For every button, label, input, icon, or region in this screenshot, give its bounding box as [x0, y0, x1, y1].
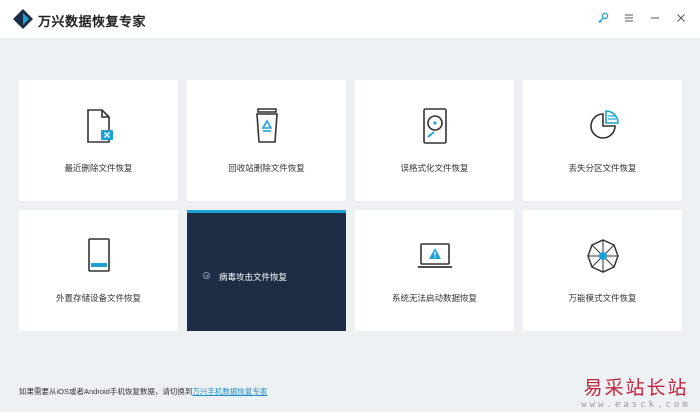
card-label: 外置存储设备文件恢复 [55, 293, 141, 303]
card-external-device[interactable]: 外置存储设备文件恢复 [19, 210, 178, 331]
app-logo-icon [13, 9, 33, 29]
close-button[interactable] [672, 9, 690, 27]
recovery-mode-grid: 最近删除文件恢复 回收站删除文件恢复 误格式化文件恢复 丢失分区文件恢复 外置存… [19, 80, 682, 331]
footer-hint: 如果需要从iOS或者Android手机恢复数据，请切换到万兴手机数据恢复专家 [19, 386, 267, 397]
card-lost-partition[interactable]: 丢失分区文件恢复 [523, 80, 682, 201]
card-format-recovery[interactable]: 误格式化文件恢复 [355, 80, 514, 201]
card-label: 万能模式文件恢复 [568, 293, 637, 303]
app-title: 万兴数据恢复专家 [38, 14, 147, 29]
menu-icon [625, 14, 633, 22]
system-crash-icon [417, 243, 452, 268]
key-button[interactable] [594, 9, 612, 27]
card-recycle-bin[interactable]: 回收站删除文件恢复 [187, 80, 346, 201]
switch-app-link[interactable]: 万兴手机数据恢复专家 [192, 387, 267, 396]
close-icon [677, 14, 685, 22]
menu-button[interactable] [620, 9, 638, 27]
selected-radio-icon [203, 272, 210, 279]
card-label: 误格式化文件恢复 [400, 163, 469, 173]
card-label: 最近删除文件恢复 [64, 163, 133, 173]
card-all-round[interactable]: 万能模式文件恢复 [523, 210, 682, 331]
card-label: 病毒攻击文件恢复 [219, 272, 288, 282]
partition-icon [589, 110, 619, 139]
watermark: 易采站长站 www.easck.com [576, 373, 696, 410]
card-system-crash[interactable]: 系统无法启动数据恢复 [355, 210, 514, 331]
card-recent-deleted[interactable]: 最近删除文件恢复 [19, 80, 178, 201]
all-round-icon [586, 239, 619, 273]
key-icon [598, 12, 609, 23]
minimize-button[interactable] [646, 9, 664, 27]
card-label: 系统无法启动数据恢复 [391, 293, 477, 303]
footer-text: 如果需要从iOS或者Android手机恢复数据，请切换到 [19, 387, 193, 396]
card-virus-attack[interactable]: 病毒攻击文件恢复 [187, 210, 346, 331]
card-label: 回收站删除文件恢复 [228, 163, 305, 173]
external-device-icon [87, 238, 110, 272]
minimize-icon [651, 17, 659, 19]
recycle-bin-icon [255, 108, 278, 143]
window-controls [594, 9, 690, 27]
title-bar: 万兴数据恢复专家 [0, 0, 700, 38]
watermark-url: www.easck.com [581, 400, 691, 410]
hard-drive-icon [422, 108, 447, 144]
deleted-file-icon [86, 109, 113, 143]
card-label: 丢失分区文件恢复 [568, 163, 637, 173]
watermark-text: 易采站长站 [583, 377, 689, 399]
